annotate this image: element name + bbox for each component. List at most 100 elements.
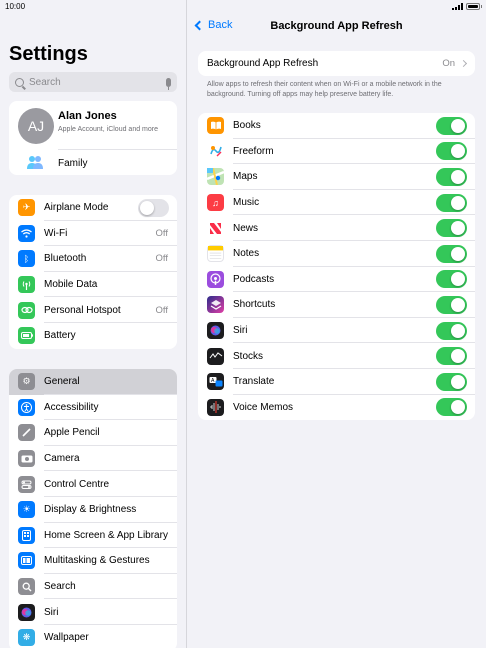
search-field[interactable]: Search — [9, 72, 177, 92]
profile-card[interactable]: AJ Alan Jones Apple Account, iCloud and … — [9, 101, 177, 175]
search-icon — [15, 77, 24, 87]
sidebar-item-multitasking[interactable]: Multitasking & Gestures — [9, 548, 177, 574]
books-toggle[interactable] — [436, 116, 467, 135]
voice-memos-icon — [207, 398, 224, 416]
camera-icon — [18, 450, 35, 468]
freeform-icon — [207, 142, 224, 160]
chevron-right-icon — [459, 59, 468, 68]
row-label: Background App Refresh — [207, 58, 319, 69]
app-label: Podcasts — [233, 273, 275, 285]
row-value: On — [442, 58, 455, 69]
sidebar-item-label: Mobile Data — [44, 279, 98, 291]
background-app-refresh-row[interactable]: Background App Refresh On — [198, 51, 475, 76]
sidebar-item-display-brightness[interactable]: ☀ Display & Brightness — [9, 497, 177, 523]
sidebar-item-label: Wi-Fi — [44, 227, 68, 239]
control-centre-icon — [18, 475, 35, 493]
siri-icon — [207, 322, 224, 340]
detail-pane: Back Background App Refresh Background A… — [187, 0, 486, 648]
sidebar-item-wifi[interactable]: Wi-Fi Off — [9, 221, 177, 247]
sidebar-item-airplane-mode[interactable]: ✈ Airplane Mode — [9, 195, 177, 221]
sidebar-item-label: Camera — [44, 453, 80, 465]
shortcuts-toggle[interactable] — [436, 295, 467, 314]
antenna-icon — [18, 276, 35, 294]
sidebar-item-label: Control Centre — [44, 478, 110, 490]
sidebar-item-search[interactable]: Search — [9, 574, 177, 600]
app-row-translate: A Translate — [198, 369, 475, 395]
sidebar-item-label: Home Screen & App Library — [44, 529, 168, 541]
app-row-maps: Maps — [198, 164, 475, 190]
svg-text:A: A — [211, 378, 215, 384]
sidebar-item-label: Personal Hotspot — [44, 304, 121, 316]
sidebar-item-mobile-data[interactable]: Mobile Data — [9, 272, 177, 298]
profile-subtitle: Apple Account, iCloud and more — [58, 126, 159, 133]
multitasking-icon — [18, 552, 35, 570]
battery-icon — [18, 327, 35, 345]
books-icon — [207, 117, 224, 135]
sidebar-item-label: General — [44, 376, 80, 388]
bluetooth-icon: ᛒ — [18, 250, 35, 268]
app-label: Books — [233, 120, 261, 132]
family-label[interactable]: Family — [58, 158, 87, 169]
sidebar-item-label: Siri — [44, 606, 59, 618]
siri-toggle[interactable] — [436, 321, 467, 340]
podcasts-toggle[interactable] — [436, 270, 467, 289]
sidebar-item-accessibility[interactable]: Accessibility — [9, 395, 177, 421]
app-row-podcasts: Podcasts — [198, 267, 475, 293]
wallpaper-icon: ❋ — [18, 629, 35, 647]
app-label: Music — [233, 197, 260, 209]
sidebar-item-label: Accessibility — [44, 401, 99, 413]
sidebar-item-camera[interactable]: Camera — [9, 446, 177, 472]
app-row-books: Books — [198, 113, 475, 139]
general-group: ⚙ General Accessibility Apple Pencil Cam… — [9, 369, 177, 648]
bluetooth-status: Off — [155, 253, 169, 265]
freeform-toggle[interactable] — [436, 142, 467, 161]
home-screen-icon — [18, 526, 35, 544]
app-row-music: ♫ Music — [198, 190, 475, 216]
shortcuts-icon — [207, 296, 224, 314]
sidebar-item-general[interactable]: ⚙ General — [9, 369, 177, 395]
news-toggle[interactable] — [436, 219, 467, 238]
notes-toggle[interactable] — [436, 244, 467, 263]
app-label: Notes — [233, 248, 260, 260]
sidebar-item-battery[interactable]: Battery — [9, 323, 177, 349]
sidebar-item-wallpaper[interactable]: ❋ Wallpaper — [9, 625, 177, 648]
pencil-icon — [18, 424, 35, 442]
gear-icon: ⚙ — [18, 373, 35, 391]
app-row-freeform: Freeform — [198, 139, 475, 165]
app-label: Voice Memos — [233, 401, 294, 413]
connectivity-group: ✈ Airplane Mode Wi-Fi Off ᛒ Bluetooth Of… — [9, 195, 177, 349]
app-label: Shortcuts — [233, 299, 276, 311]
sidebar-item-siri[interactable]: Siri — [9, 599, 177, 625]
app-row-shortcuts: Shortcuts — [198, 292, 475, 318]
app-label: Translate — [233, 376, 275, 388]
sidebar-item-personal-hotspot[interactable]: Personal Hotspot Off — [9, 297, 177, 323]
news-icon — [207, 219, 224, 237]
sidebar-item-apple-pencil[interactable]: Apple Pencil — [9, 420, 177, 446]
avatar: AJ — [18, 108, 54, 144]
maps-toggle[interactable] — [436, 167, 467, 186]
sidebar-item-home-screen[interactable]: Home Screen & App Library — [9, 523, 177, 549]
accessibility-icon — [18, 398, 35, 416]
sidebar-item-label: Apple Pencil — [44, 427, 100, 439]
app-row-siri: Siri — [198, 318, 475, 344]
translate-icon: A — [207, 373, 224, 391]
description-text: Allow apps to refresh their content when… — [207, 81, 442, 98]
notes-icon — [207, 245, 224, 263]
app-label: Maps — [233, 171, 258, 183]
sidebar-item-label: Search — [44, 581, 76, 593]
airplane-mode-toggle[interactable] — [138, 198, 169, 217]
stocks-toggle[interactable] — [436, 347, 467, 366]
search-placeholder: Search — [29, 76, 61, 88]
voice-memos-toggle[interactable] — [436, 398, 467, 417]
hotspot-icon — [18, 301, 35, 319]
app-row-voice-memos: Voice Memos — [198, 395, 475, 421]
sidebar-item-control-centre[interactable]: Control Centre — [9, 471, 177, 497]
microphone-icon[interactable] — [166, 77, 171, 90]
translate-toggle[interactable] — [436, 372, 467, 391]
wifi-status: Off — [155, 227, 169, 239]
sidebar-item-label: Multitasking & Gestures — [44, 555, 150, 567]
music-toggle[interactable] — [436, 193, 467, 212]
sidebar-item-bluetooth[interactable]: ᛒ Bluetooth Off — [9, 246, 177, 272]
settings-sidebar: Settings Search AJ Alan Jones Apple Acco… — [0, 0, 186, 648]
sidebar-item-label: Display & Brightness — [44, 504, 137, 516]
